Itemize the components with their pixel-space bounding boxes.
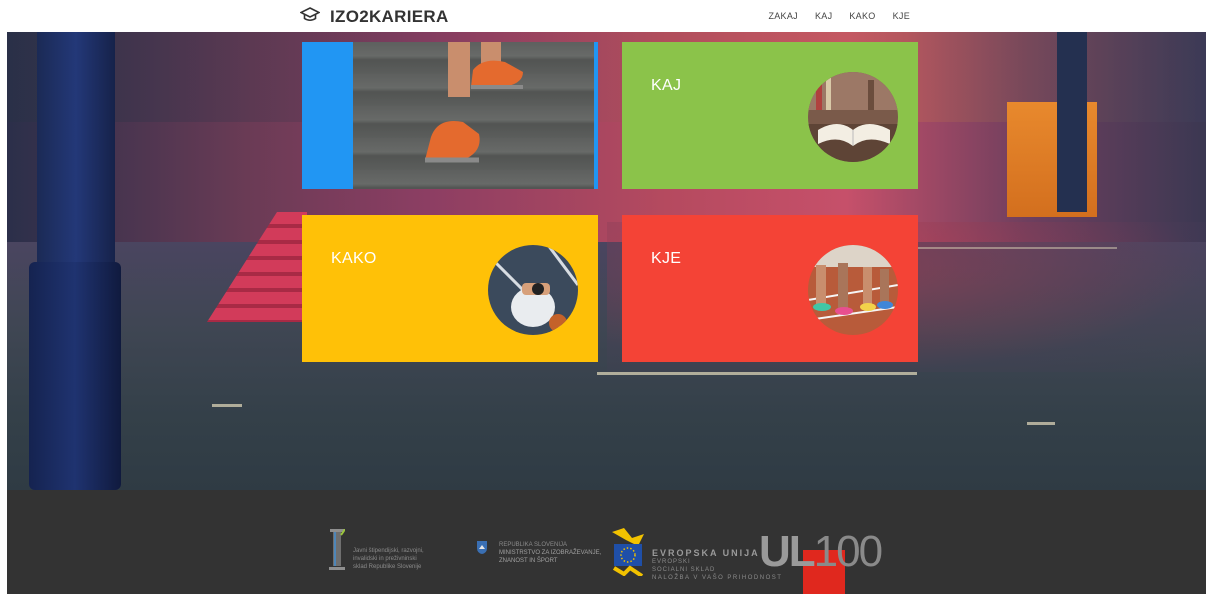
card-kako-label: KAKO [331, 250, 377, 267]
eu-esf-logo[interactable]: EVROPSKA UNIJA EVROPSKI SOCIALNI SKLAD N… [610, 528, 781, 581]
hero-background-image [7, 32, 1206, 490]
nav-link-zakaj[interactable]: ZAKAJ [768, 11, 798, 21]
card-zakaj[interactable] [302, 42, 598, 189]
footer: Javni štipendijski, razvojni, invalidski… [7, 490, 1206, 594]
court-line [1027, 422, 1055, 425]
court-line [597, 372, 917, 375]
slovenia-coat-of-arms-icon [477, 541, 487, 559]
pillar-icon [329, 528, 346, 578]
ministrstvo-logo[interactable]: REPUBLIKA SLOVENIJA MINISTRSTVO ZA IZOBR… [477, 539, 607, 565]
ul100-number: 100 [813, 527, 883, 576]
graduation-cap-icon [299, 6, 321, 28]
card-kaj[interactable]: KAJ [622, 42, 918, 189]
main-nav: ZAKAJ KAJ KAKO KJE [768, 11, 910, 21]
sklad-line-3: sklad Republike Slovenije [353, 564, 422, 570]
court-line [212, 404, 242, 407]
sklad-line-2: invalidski in preživninski [353, 556, 417, 562]
nav-link-kje[interactable]: KJE [893, 11, 910, 21]
ul100-text: UL100 [759, 527, 883, 576]
ministrstvo-line-1: REPUBLIKA SLOVENIJA [499, 542, 568, 548]
nav-link-kako[interactable]: KAKO [849, 11, 875, 21]
ul100-logo[interactable]: UL100 [759, 522, 909, 594]
card-kako[interactable]: KAKO [302, 215, 598, 362]
nav-link-kaj[interactable]: KAJ [815, 11, 832, 21]
sklad-line-1: Javni štipendijski, razvojni, [353, 548, 424, 554]
ul100-prefix: UL [759, 527, 816, 576]
sklad-logo[interactable]: Javni štipendijski, razvojni, invalidski… [329, 528, 459, 573]
watch-wrist-photo [488, 245, 578, 335]
hero-pole-padding [29, 262, 121, 490]
hero-hoop-pole [1057, 32, 1087, 212]
card-kje-label: KJE [651, 250, 682, 267]
card-kje[interactable]: KJE [622, 215, 918, 362]
brand-name: IZO2KARIERA [330, 7, 449, 26]
ministrstvo-line-3: ZNANOST IN ŠPORT [499, 558, 558, 564]
open-book-photo [808, 72, 898, 162]
esf-emblem-icon [610, 528, 646, 581]
top-header: IZO2KARIERA ZAKAJ KAJ KAKO KJE [0, 0, 1206, 32]
blue-accent-bar [594, 42, 598, 189]
stairs-running-photo [353, 42, 595, 189]
brand-logo[interactable]: IZO2KARIERA [299, 6, 449, 28]
ministrstvo-line-2: MINISTRSTVO ZA IZOBRAŽEVANJE, [499, 550, 602, 556]
runners-start-photo [808, 245, 898, 335]
card-kaj-label: KAJ [651, 77, 682, 94]
